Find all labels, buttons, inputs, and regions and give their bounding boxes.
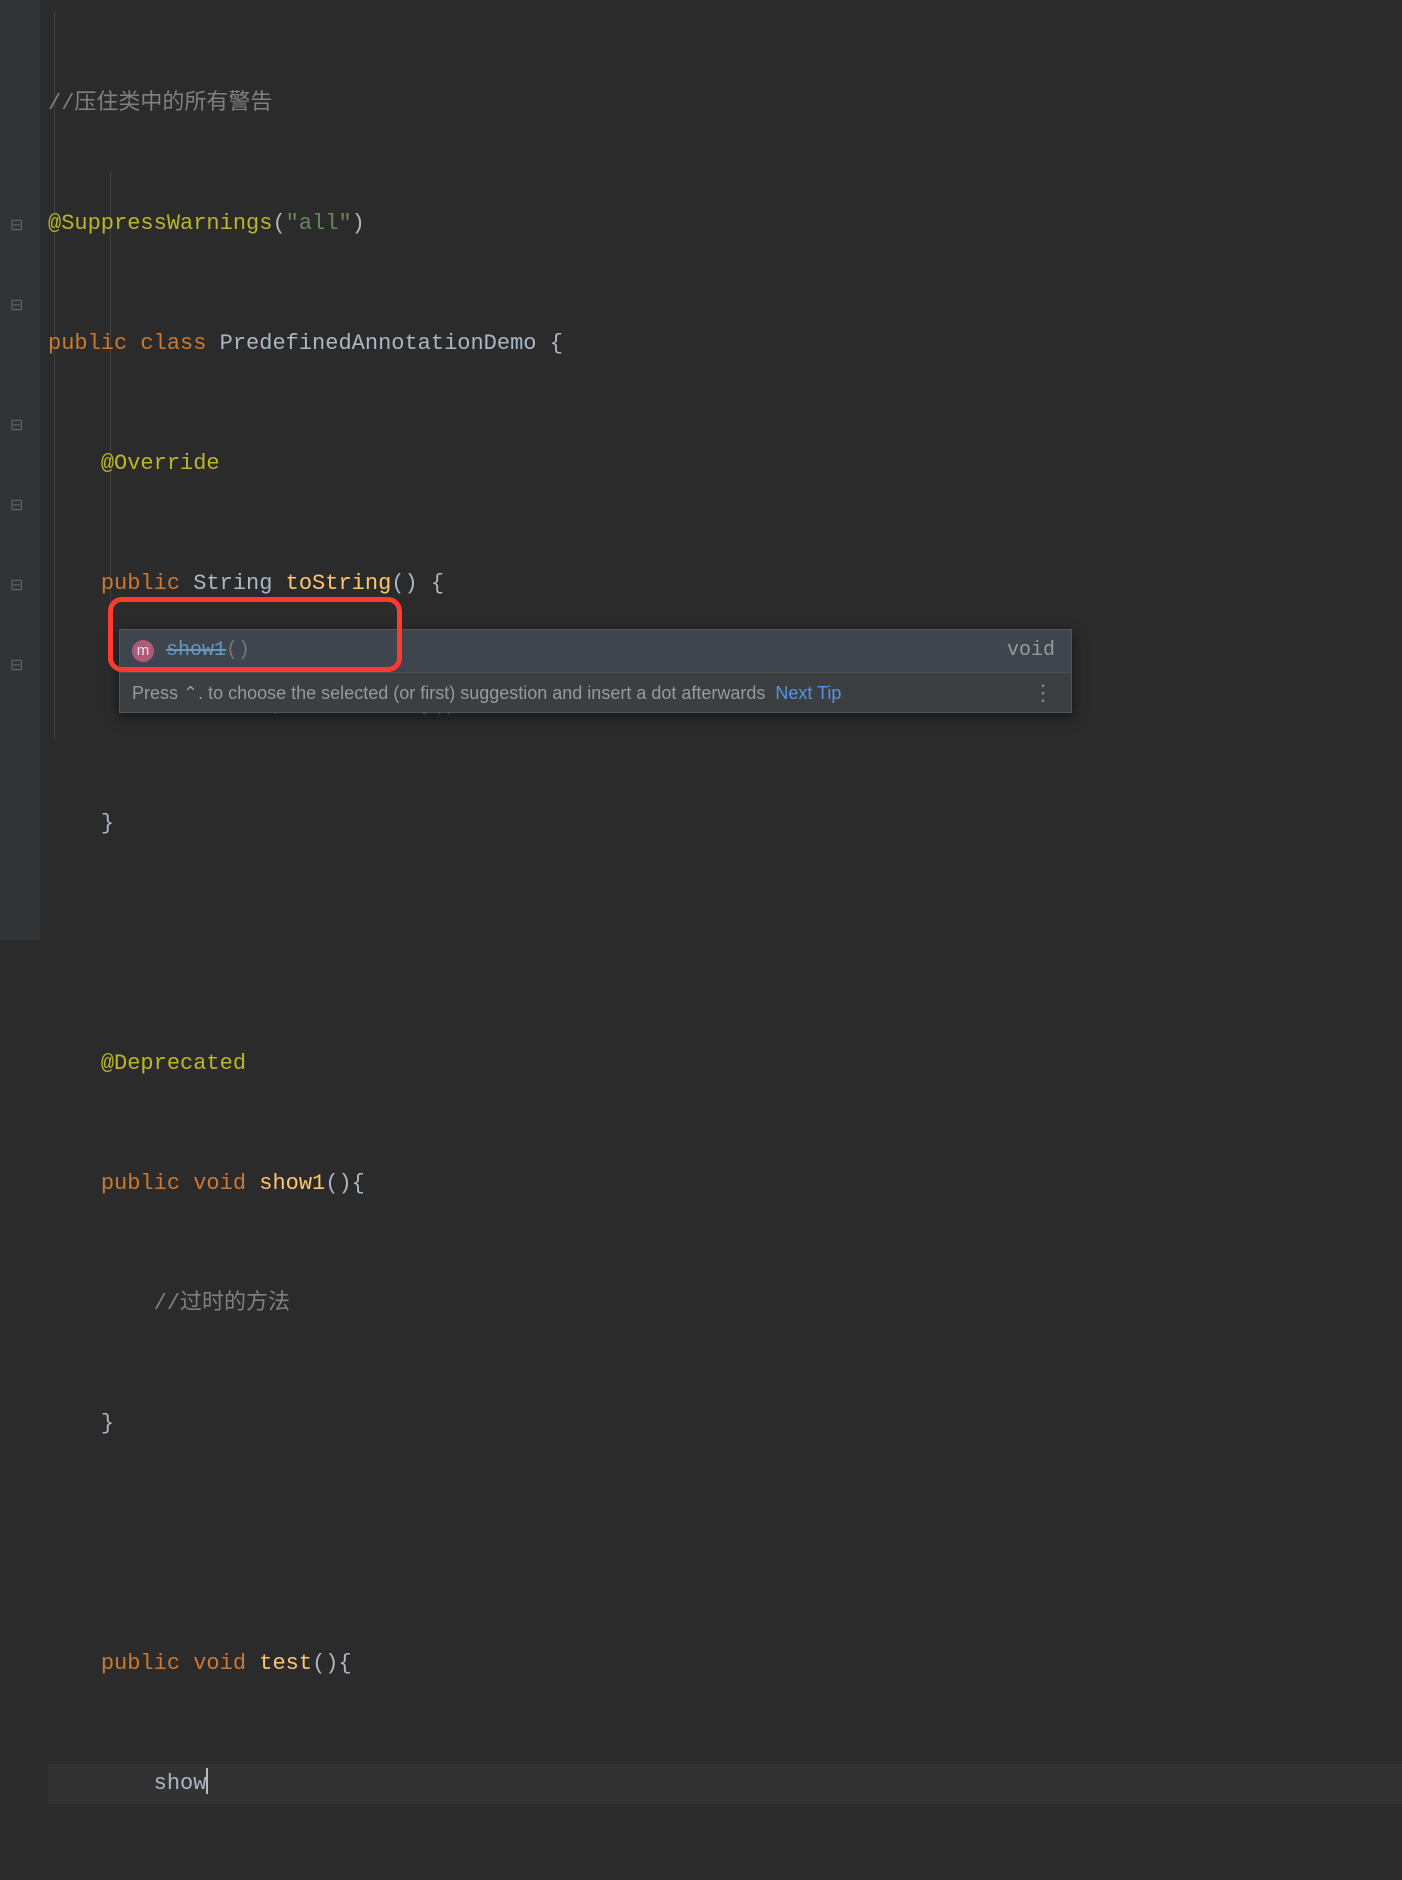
text-caret	[206, 1768, 208, 1794]
code-line: public String toString() {	[48, 564, 1402, 604]
fold-icon[interactable]: ⊟	[10, 206, 23, 246]
fold-icon[interactable]: ⊟	[10, 286, 23, 326]
completion-hint-text: Press ⌃. to choose the selected (or firs…	[132, 674, 765, 712]
code-line	[48, 1524, 1402, 1564]
completion-return-type: void	[1007, 632, 1055, 670]
editor-gutter: ⊟ ⊟ ⊟ ⊟ ⊟ ⊟	[0, 0, 40, 940]
code-line: public class PredefinedAnnotationDemo {	[48, 324, 1402, 364]
code-line: }	[48, 804, 1402, 844]
code-line: public void test(){	[48, 1644, 1402, 1684]
code-line: @Override	[48, 444, 1402, 484]
fold-icon[interactable]: ⊟	[10, 406, 23, 446]
completion-menu-icon[interactable]: ⋮	[1026, 674, 1059, 712]
code-completion-popup: m show1() void Press ⌃. to choose the se…	[119, 629, 1072, 713]
comment-text: //压住类中的所有警告	[48, 91, 272, 116]
completion-item[interactable]: m show1() void	[120, 630, 1071, 672]
code-line	[48, 924, 1402, 964]
method-icon: m	[132, 640, 154, 662]
code-line: @SuppressWarnings("all")	[48, 204, 1402, 244]
fold-icon[interactable]: ⊟	[10, 486, 23, 526]
code-line: //过时的方法	[48, 1284, 1402, 1324]
fold-icon[interactable]: ⊟	[10, 646, 23, 686]
completion-suggestion-params: ()	[226, 632, 250, 670]
current-code-line: show	[48, 1764, 1402, 1804]
next-tip-link[interactable]: Next Tip	[775, 674, 841, 712]
completion-suggestion-name: show1	[166, 632, 226, 670]
fold-icon[interactable]: ⊟	[10, 566, 23, 606]
code-line: //压住类中的所有警告	[48, 84, 1402, 124]
completion-hint-bar: Press ⌃. to choose the selected (or firs…	[120, 672, 1071, 712]
code-line: }	[48, 1404, 1402, 1444]
code-line: @Deprecated	[48, 1044, 1402, 1084]
code-line: public void show1(){	[48, 1164, 1402, 1204]
code-editor[interactable]: //压住类中的所有警告 @SuppressWarnings("all") pub…	[40, 0, 1402, 940]
